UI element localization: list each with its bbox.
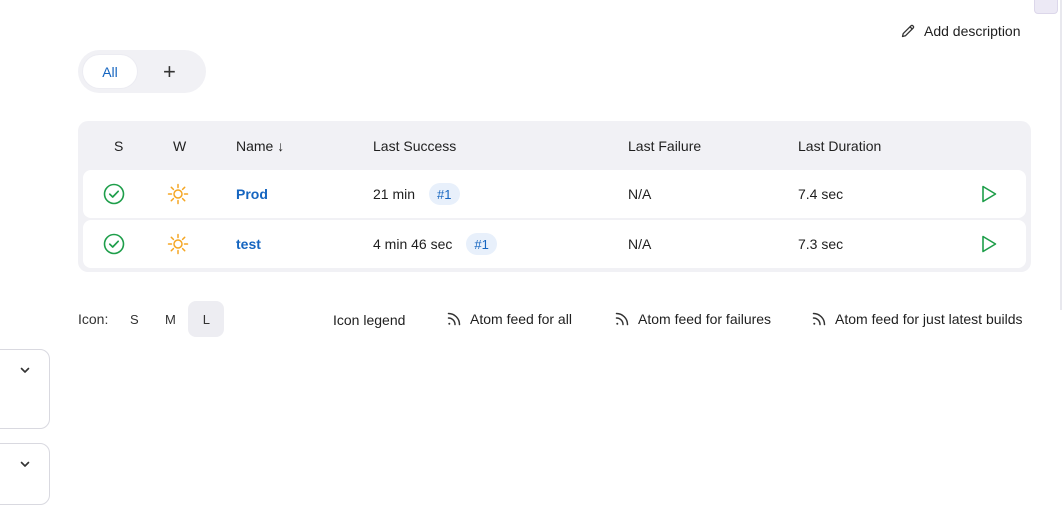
icon-size-label: Icon:	[78, 311, 109, 327]
sunny-icon	[167, 220, 189, 268]
column-header-status[interactable]: S	[114, 138, 123, 154]
atom-feed-failures-label: Atom feed for failures	[638, 311, 772, 327]
last-failure-text: N/A	[628, 186, 652, 202]
icon-size-selector: Icon: S M L	[78, 301, 225, 337]
rss-icon	[615, 312, 629, 326]
success-check-icon	[103, 170, 125, 218]
table-row: Prod 21 min #1 N/A 7.4 sec	[83, 170, 1026, 218]
column-header-name[interactable]: Name ↓	[236, 138, 284, 154]
chevron-down-icon[interactable]	[19, 364, 31, 376]
column-header-last-success[interactable]: Last Success	[373, 138, 456, 154]
last-success-text: 4 min 46 sec	[373, 236, 453, 252]
sunny-icon	[167, 170, 189, 218]
rss-icon	[447, 312, 461, 326]
chevron-down-icon[interactable]	[19, 458, 31, 470]
view-tabs: All +	[78, 50, 206, 93]
atom-feed-all-link[interactable]: Atom feed for all	[446, 311, 572, 327]
table-row: test 4 min 46 sec #1 N/A 7.3 sec	[83, 220, 1026, 268]
last-failure-text: N/A	[628, 236, 652, 252]
atom-feed-latest-link[interactable]: Atom feed for just latest builds	[811, 311, 1023, 327]
side-panel-collapsible[interactable]	[0, 349, 50, 429]
atom-feed-failures-link[interactable]: Atom feed for failures	[614, 311, 771, 327]
rss-icon	[812, 312, 826, 326]
build-number-badge[interactable]: #1	[466, 233, 497, 255]
column-header-weather[interactable]: W	[173, 138, 186, 154]
icon-size-large[interactable]: L	[188, 301, 225, 337]
icon-size-small[interactable]: S	[116, 301, 152, 337]
last-success-text: 21 min	[373, 186, 416, 202]
play-build-icon[interactable]	[980, 220, 998, 268]
jobs-table: S W Name ↓ Last Success Last Failure Las…	[78, 121, 1031, 272]
add-description-label: Add description	[924, 23, 1021, 39]
column-header-last-duration[interactable]: Last Duration	[798, 138, 881, 154]
last-duration-text: 7.4 sec	[798, 186, 844, 202]
add-description-button[interactable]: Add description	[900, 23, 1021, 39]
icon-legend-label: Icon legend	[333, 312, 406, 328]
tab-all[interactable]: All	[83, 55, 137, 88]
job-link-prod[interactable]: Prod	[236, 186, 268, 202]
job-link-test[interactable]: test	[236, 236, 261, 252]
atom-feed-latest-label: Atom feed for just latest builds	[835, 311, 1023, 327]
play-build-icon[interactable]	[980, 170, 998, 218]
column-header-last-failure[interactable]: Last Failure	[628, 138, 701, 154]
add-view-button[interactable]: +	[163, 60, 176, 83]
build-number-badge[interactable]: #1	[429, 183, 460, 205]
success-check-icon	[103, 220, 125, 268]
icon-size-medium[interactable]: M	[152, 301, 188, 337]
last-duration-text: 7.3 sec	[798, 236, 844, 252]
pencil-icon	[901, 24, 915, 38]
icon-legend-link[interactable]: Icon legend	[333, 312, 405, 328]
side-panel-collapsible[interactable]	[0, 443, 50, 505]
corner-badge	[1034, 0, 1058, 14]
atom-feed-all-label: Atom feed for all	[470, 311, 572, 327]
